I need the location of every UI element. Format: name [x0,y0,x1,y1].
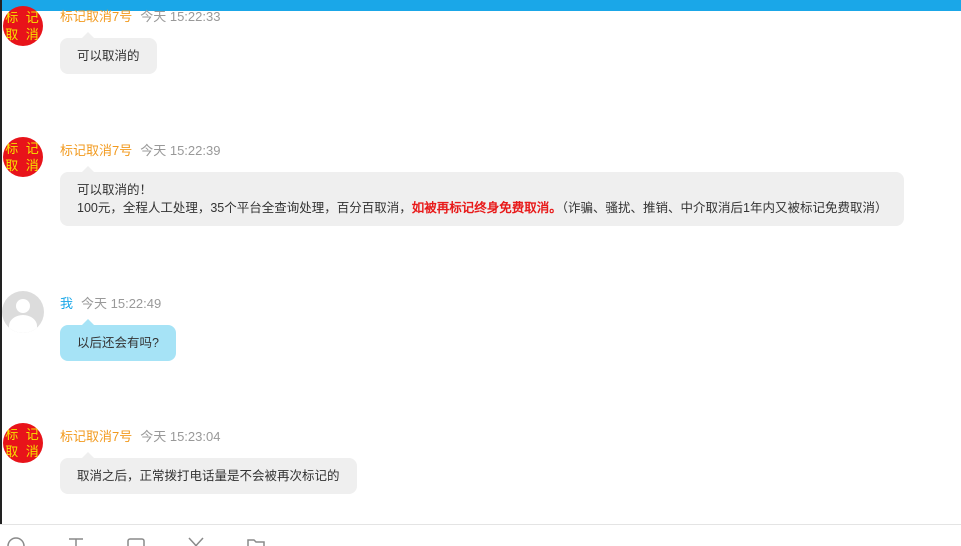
my-avatar[interactable] [2,291,44,333]
message-meta: 我今天 15:22:49 [60,293,161,312]
avatar-text-line1: 标 记 [5,427,41,442]
message-text-suffix: （诈骗、骚扰、推销、中介取消后1年内又被标记免费取消） [561,201,888,215]
message-time: 今天 15:22:49 [81,296,162,311]
message-text-prefix: 100元，全程人工处理，35个平台全查询处理，百分百取消， [77,201,412,215]
scissors-icon[interactable] [186,536,206,546]
avatar-text-line1: 标 记 [5,141,41,156]
message-text-line1: 可以取消的！ [77,183,153,197]
message-bubble[interactable]: 取消之后，正常拨打电话量是不会被再次标记的 [60,452,357,494]
image-icon[interactable] [126,536,146,546]
sender-name[interactable]: 标记取消7号 [60,429,132,444]
message-text: 以后还会有吗? [77,336,159,350]
folder-icon[interactable] [246,536,266,546]
message-bubble[interactable]: 可以取消的 [60,32,157,74]
message-bubble[interactable]: 可以取消的！ 100元，全程人工处理，35个平台全查询处理，百分百取消，如被再标… [60,166,905,226]
text-format-icon[interactable] [66,536,86,546]
avatar-text-line2: 取 消 [5,444,41,459]
avatar-head-shape [16,299,30,313]
avatar-text-line1: 标 记 [5,10,41,25]
message-time: 今天 15:23:04 [140,429,221,444]
message-time: 今天 15:22:39 [140,143,221,158]
message-bubble[interactable]: 以后还会有吗? [60,319,176,361]
avatar-text-line2: 取 消 [5,27,41,42]
avatar-body-shape [9,315,37,333]
message-time: 今天 15:22:33 [140,9,221,24]
window-edge [0,0,2,543]
highlight-text: 如被再标记终身免费取消。 [411,201,562,215]
sender-avatar[interactable]: 标 记 取 消 [3,137,43,177]
emoji-icon[interactable] [6,536,26,546]
message-meta: 标记取消7号 今天 15:22:33 [60,6,220,25]
sender-name[interactable]: 标记取消7号 [60,143,132,158]
message-text-line2: 100元，全程人工处理，35个平台全查询处理，百分百取消，如被再标记终身免费取消… [77,199,887,217]
sender-avatar[interactable]: 标 记 取 消 [3,6,43,46]
sender-name[interactable]: 我 [60,296,73,311]
sender-name[interactable]: 标记取消7号 [60,9,132,24]
message-text: 可以取消的 [77,49,140,63]
message-text: 取消之后，正常拨打电话量是不会被再次标记的 [77,469,340,483]
message-meta: 标记取消7号 今天 15:23:04 [60,426,220,445]
avatar-text-line2: 取 消 [5,158,41,173]
sender-avatar[interactable]: 标 记 取 消 [3,423,43,463]
message-meta: 标记取消7号 今天 15:22:39 [60,140,220,159]
input-toolbar [0,524,961,546]
